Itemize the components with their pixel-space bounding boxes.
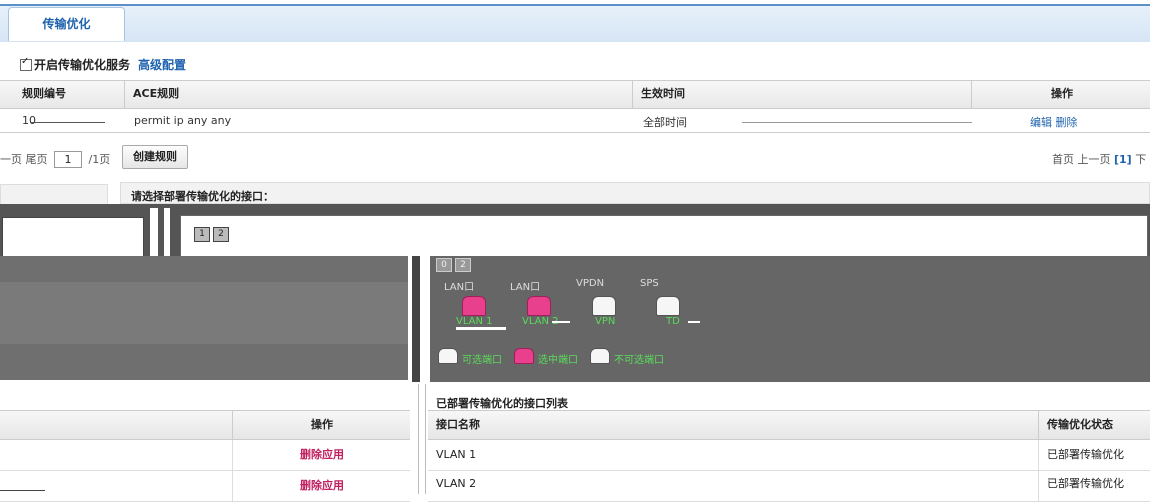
table-row: VLAN 1 已部署传输优化 [428, 440, 1150, 471]
action-cell: 删除应用 [232, 440, 411, 470]
col-operation: 操作 [232, 411, 411, 439]
next-page-link[interactable]: 下 [1135, 153, 1146, 166]
rule-id: 10 [22, 114, 36, 127]
interface-name: VLAN 1 [436, 448, 477, 461]
port-group-label: LAN口 [444, 282, 475, 293]
slot-icon: 1 [194, 227, 210, 242]
divider [30, 122, 105, 123]
left-table-spacer [0, 384, 410, 411]
pagination-left: 一页 尾页 1 /1页 [0, 151, 110, 168]
left-dark-band [0, 282, 408, 344]
column-divider [418, 384, 426, 494]
legend-unavailable-icon [590, 348, 610, 364]
col-ace-rule: ACE规则 [124, 81, 633, 108]
divider [688, 321, 700, 323]
legend-selected-label: 选中端口 [538, 355, 578, 366]
left-frame-inner [2, 217, 144, 258]
legend-available-label: 可选端口 [462, 355, 502, 366]
slot-icon: 2 [455, 258, 471, 272]
col-rule-id: 规则编号 [22, 87, 66, 100]
col-actions: 操作 [971, 81, 1150, 108]
col-effective-time: 生效时间 [632, 81, 971, 108]
port-group-label: LAN口 [510, 282, 541, 293]
legend-unavailable-label: 不可选端口 [614, 355, 664, 366]
col-interface-name: 接口名称 [436, 418, 480, 431]
tab-transfer-optimization[interactable]: 传输优化 [8, 7, 125, 41]
rules-table-header: 规则编号 ACE规则 生效时间 操作 [0, 80, 1150, 109]
rule-time: 全部时间 [643, 116, 687, 129]
slot-group-mid: 0 2 [436, 258, 471, 272]
current-page[interactable]: [1] [1114, 153, 1132, 166]
interface-name: VLAN 2 [436, 477, 477, 490]
advanced-config-link[interactable]: 高级配置 [138, 56, 186, 73]
first-page-link[interactable]: 首页 [1052, 153, 1074, 166]
port-label: VPN [595, 316, 616, 327]
enable-service-checkbox[interactable] [20, 56, 32, 71]
create-rule-button[interactable]: 创建规则 [122, 145, 188, 169]
service-line: 开启传输优化服务 高级配置 [20, 56, 186, 73]
port-label: TD [666, 316, 680, 327]
prev-page-link[interactable]: 一页 [0, 153, 22, 166]
pagination-bar: 一页 尾页 1 /1页 创建规则 首页 上一页 [1] 下 [0, 139, 1150, 177]
divider [0, 490, 45, 491]
table-row: 10 permit ip any any 全部时间 编辑 删除 [0, 108, 1150, 133]
port-label: VLAN 1 [456, 316, 493, 327]
deployed-table-header: 接口名称 传输优化状态 [428, 410, 1150, 440]
action-cell: 删除应用 [232, 471, 411, 501]
rule-ace: permit ip any any [134, 114, 232, 127]
deployed-list-title: 已部署传输优化的接口列表 [436, 397, 568, 410]
slot-icon: 0 [436, 258, 452, 272]
table-row: 删除应用 [0, 440, 410, 471]
optimization-status: 已部署传输优化 [1038, 440, 1124, 470]
port-group-label: SPS [640, 278, 659, 289]
port-vpn-icon [592, 296, 616, 316]
vertical-divider [412, 256, 420, 382]
port-vlan1-icon[interactable] [462, 296, 486, 316]
legend-available-icon [438, 348, 458, 364]
table-row: 删除应用 [0, 471, 410, 502]
interface-prompt: 请选择部署传输优化的接口： [120, 182, 1150, 204]
enable-service-label: 开启传输优化服务 [34, 58, 131, 72]
slot-icon: 2 [213, 227, 229, 242]
legend-selected-icon [514, 348, 534, 364]
divider [742, 122, 972, 123]
tab-bar [0, 4, 1150, 42]
rule-actions-link[interactable]: 编辑 删除 [1030, 114, 1078, 130]
applied-table-header: 操作 [0, 410, 410, 440]
pagination-right: 首页 上一页 [1] 下 [1052, 151, 1146, 167]
delete-apply-link[interactable]: 删除应用 [300, 479, 344, 492]
optimization-status: 已部署传输优化 [1038, 471, 1124, 501]
selection-underline [456, 327, 506, 330]
port-group-label: VPDN [576, 278, 605, 289]
divider [552, 321, 570, 323]
table-row: VLAN 2 已部署传输优化 [428, 471, 1150, 502]
col-optimization-status: 传输优化状态 [1038, 411, 1150, 439]
delete-apply-link[interactable]: 删除应用 [300, 448, 344, 461]
port-td-icon [656, 296, 680, 316]
device-frame-inner [180, 215, 1148, 257]
total-pages: /1页 [88, 153, 111, 166]
last-page-link[interactable]: 尾页 [26, 153, 48, 166]
port-vlan2-icon[interactable] [527, 296, 551, 316]
slot-group-top: 1 2 [194, 227, 229, 242]
left-panel-header [0, 184, 108, 206]
page-number-input[interactable]: 1 [54, 151, 82, 168]
prev-page-link[interactable]: 上一页 [1078, 153, 1111, 166]
